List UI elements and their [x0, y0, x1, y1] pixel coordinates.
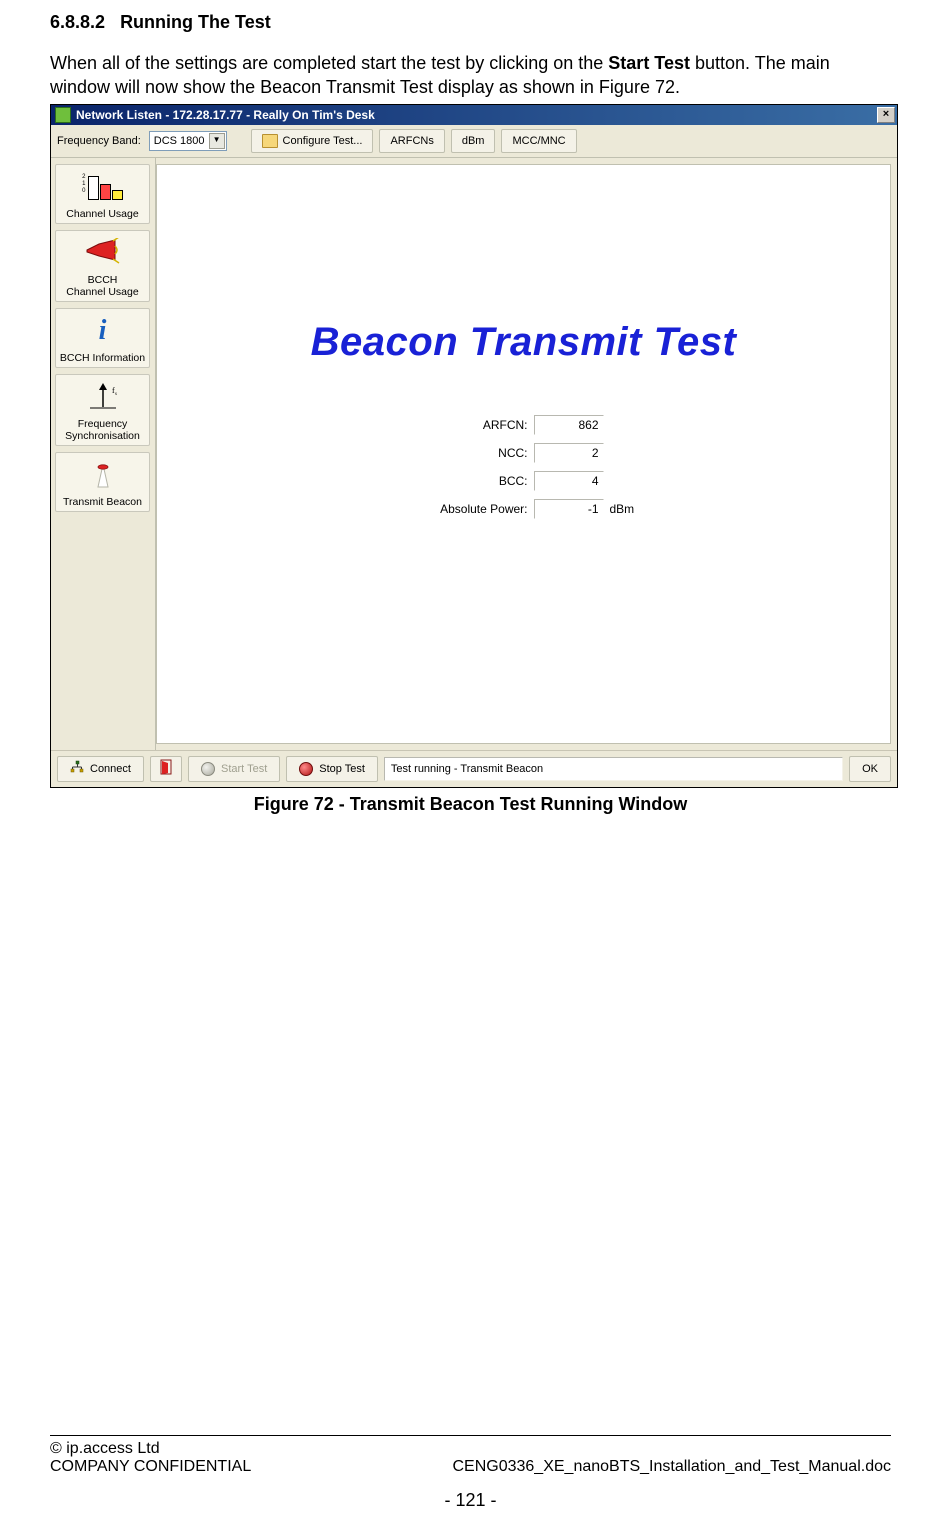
- main-title: Beacon Transmit Test: [157, 320, 890, 365]
- bcc-value: 4: [534, 471, 604, 491]
- arfcns-button[interactable]: ARFCNs: [379, 129, 444, 153]
- sidebar-item-label: BCCH Information: [60, 352, 145, 364]
- arfcn-label: ARFCN:: [408, 418, 534, 432]
- window-titlebar: Network Listen - 172.28.17.77 - Really O…: [51, 105, 897, 125]
- sidebar-item-label: BCCH Channel Usage: [66, 274, 138, 298]
- footer-copyright: © ip.access Ltd: [50, 1440, 160, 1458]
- page-footer: © ip.access Ltd COMPANY CONFIDENTIAL CEN…: [50, 1435, 891, 1511]
- freq-sync-icon: fs: [82, 379, 124, 415]
- megaphone-icon: [82, 235, 124, 271]
- sidebar-item-bcch-information[interactable]: i BCCH Information: [55, 308, 150, 368]
- abs-power-unit: dBm: [604, 502, 640, 516]
- window-title: Network Listen - 172.28.17.77 - Really O…: [76, 108, 375, 122]
- close-icon[interactable]: ×: [877, 107, 895, 123]
- sidebar-item-label: Transmit Beacon: [63, 496, 142, 508]
- sidebar: 210 Channel Usage BCCH Channel Usage i B…: [51, 158, 156, 750]
- toolbar: Frequency Band: DCS 1800 ▼ Configure Tes…: [51, 125, 897, 158]
- footer-docname: CENG0336_XE_nanoBTS_Installation_and_Tes…: [452, 1458, 891, 1476]
- figure-caption: Figure 72 - Transmit Beacon Test Running…: [50, 794, 891, 815]
- sidebar-item-label: Channel Usage: [66, 208, 138, 220]
- ok-button[interactable]: OK: [849, 756, 891, 782]
- chevron-down-icon: ▼: [209, 133, 225, 149]
- bold-start-test: Start Test: [608, 53, 690, 73]
- freq-band-value: DCS 1800: [154, 135, 205, 147]
- mccmnc-button[interactable]: MCC/MNC: [501, 129, 576, 153]
- dot-icon: [299, 762, 313, 776]
- beacon-icon: [82, 457, 124, 493]
- freq-band-select[interactable]: DCS 1800 ▼: [149, 131, 227, 151]
- app-icon: [55, 107, 71, 123]
- main-panel: Beacon Transmit Test ARFCN: 862 NCC: 2 B…: [156, 164, 891, 744]
- page-number: - 121 -: [50, 1490, 891, 1511]
- svg-text:s: s: [115, 392, 117, 397]
- status-text: Test running - Transmit Beacon: [384, 757, 843, 781]
- body-paragraph: When all of the settings are completed s…: [50, 51, 891, 100]
- sidebar-item-channel-usage[interactable]: 210 Channel Usage: [55, 164, 150, 224]
- stop-test-button[interactable]: Stop Test: [286, 756, 378, 782]
- sidebar-item-freq-sync[interactable]: fs Frequency Synchronisation: [55, 374, 150, 446]
- folder-icon: [262, 134, 278, 148]
- sidebar-item-transmit-beacon[interactable]: Transmit Beacon: [55, 452, 150, 512]
- section-title: Running The Test: [120, 12, 271, 32]
- connect-button[interactable]: Connect: [57, 756, 144, 782]
- beacon-params: ARFCN: 862 NCC: 2 BCC: 4: [157, 415, 890, 519]
- ncc-value: 2: [534, 443, 604, 463]
- bcc-label: BCC:: [408, 474, 534, 488]
- start-test-button: Start Test: [188, 756, 280, 782]
- freq-band-label: Frequency Band:: [57, 135, 143, 147]
- dbm-button[interactable]: dBm: [451, 129, 496, 153]
- ncc-label: NCC:: [408, 446, 534, 460]
- app-window: Network Listen - 172.28.17.77 - Really O…: [50, 104, 898, 788]
- configure-test-button[interactable]: Configure Test...: [251, 129, 374, 153]
- dot-icon: [201, 762, 215, 776]
- door-icon: [159, 759, 173, 778]
- abs-power-value: -1: [534, 499, 604, 519]
- door-button[interactable]: [150, 756, 182, 782]
- section-heading: 6.8.8.2 Running The Test: [50, 12, 891, 33]
- sidebar-item-label: Frequency Synchronisation: [65, 418, 140, 442]
- section-number: 6.8.8.2: [50, 12, 105, 32]
- sidebar-item-bcch-channel-usage[interactable]: BCCH Channel Usage: [55, 230, 150, 302]
- abs-power-label: Absolute Power:: [408, 502, 534, 516]
- bar-chart-icon: 210: [88, 174, 118, 200]
- arfcn-value: 862: [534, 415, 604, 435]
- footer-confidential: COMPANY CONFIDENTIAL: [50, 1458, 251, 1476]
- info-icon: i: [99, 317, 107, 345]
- network-icon: [70, 760, 84, 777]
- status-bar: Connect Start Test Stop Test Test runnin…: [51, 750, 897, 787]
